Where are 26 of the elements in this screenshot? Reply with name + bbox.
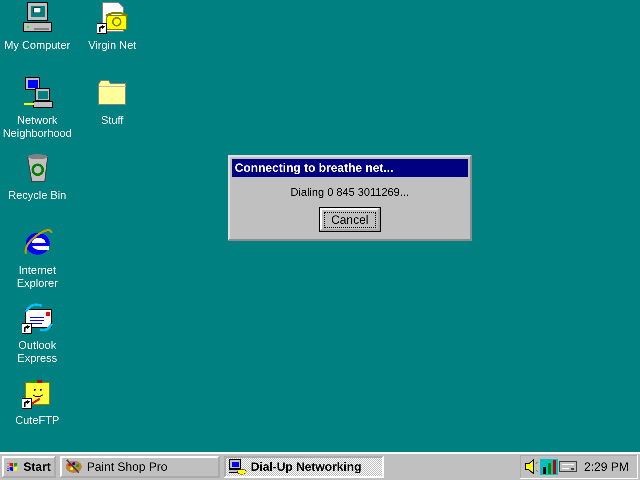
icon-label[interactable]: Virgin Net [88,40,137,53]
computer-icon[interactable] [22,2,54,34]
icon-label[interactable]: Internet Explorer [0,265,75,291]
icon-label[interactable]: Network Neighborhood [0,115,75,141]
phone-icon[interactable] [96,2,128,34]
network-icon[interactable] [22,77,54,109]
taskbar-button[interactable]: Paint Shop Pro [60,456,220,478]
icon-label[interactable]: Outlook Express [0,340,75,366]
icon-label[interactable]: CuteFTP [15,415,60,428]
palette-icon [65,459,83,475]
mail-icon[interactable] [22,302,54,334]
icon-label[interactable]: Stuff [101,115,124,128]
window-title: Connecting to breathe net... [235,161,394,175]
start-button[interactable]: Start [2,456,56,478]
modem-icon[interactable] [559,459,577,475]
windows-logo-icon [7,460,20,474]
taskbar-button[interactable]: Dial-Up Networking [224,456,384,478]
computer-phone-icon [229,459,247,475]
speaker-icon[interactable] [525,459,539,475]
icon-label[interactable]: Recycle Bin [8,190,67,203]
status-message: Dialing 0 845 3011269... [290,187,410,199]
icon-label[interactable]: My Computer [4,40,71,53]
clock[interactable]: 2:29 PM [584,460,629,474]
smiley-folder-icon[interactable] [22,377,54,409]
cancel-button[interactable]: Cancel [320,208,380,231]
meter-icon[interactable] [540,459,558,475]
